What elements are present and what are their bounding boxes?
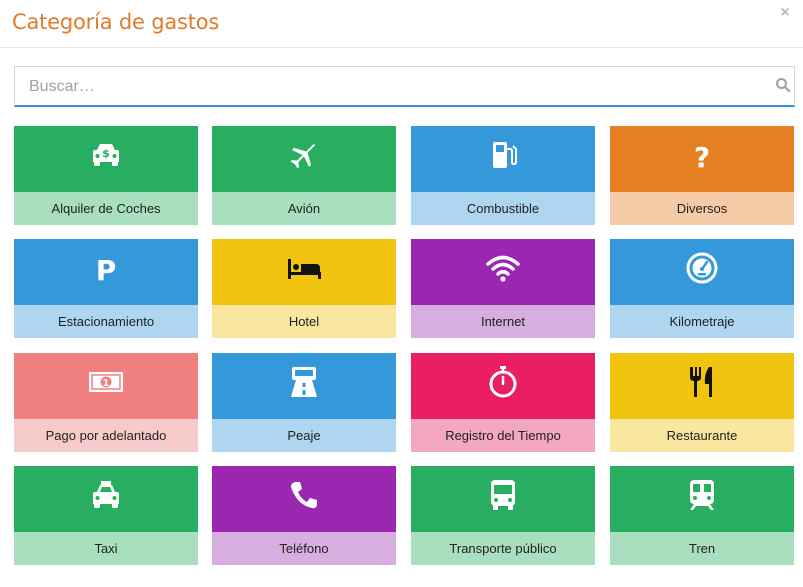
category-tile-alquiler-de-coches[interactable]: $ Alquiler de Coches (14, 126, 198, 225)
car-rental-icon: $ (88, 137, 124, 173)
search-input[interactable] (15, 67, 755, 106)
category-tile-restaurante[interactable]: Restaurante (610, 353, 794, 452)
svg-text:?: ? (694, 141, 710, 173)
category-tile-internet[interactable]: Internet (411, 239, 595, 338)
category-tile-registro-del-tiempo[interactable]: Registro del Tiempo (411, 353, 595, 452)
svg-text:$: $ (102, 147, 110, 160)
category-icon-area: P (14, 239, 198, 305)
phone-icon (286, 477, 322, 513)
category-icon-area: 1 (14, 353, 198, 419)
category-icon-area (212, 239, 396, 305)
category-icon-area (212, 126, 396, 192)
dialog-header: Categoría de gastos × (0, 0, 803, 48)
category-tile-hotel[interactable]: Hotel (212, 239, 396, 338)
parking-icon: P (88, 250, 124, 286)
category-icon-area (212, 466, 396, 532)
category-tile-pago-por-adelantado[interactable]: 1 Pago por adelantado (14, 353, 198, 452)
speedometer-icon (684, 250, 720, 286)
category-label: Transporte público (411, 532, 595, 565)
category-tile-estacionamiento[interactable]: P Estacionamiento (14, 239, 198, 338)
bed-icon (286, 250, 322, 286)
category-tile-diversos[interactable]: ? Diversos (610, 126, 794, 225)
cutlery-icon (684, 364, 720, 400)
banknote-icon: 1 (88, 364, 124, 400)
category-tile-tren[interactable]: Tren (610, 466, 794, 565)
category-icon-area (411, 126, 595, 192)
category-tile-transporte-publico[interactable]: Transporte público (411, 466, 595, 565)
category-label: Kilometraje (610, 305, 794, 338)
category-tile-kilometraje[interactable]: Kilometraje (610, 239, 794, 338)
plane-icon (286, 137, 322, 173)
category-tile-peaje[interactable]: Peaje (212, 353, 396, 452)
category-label: Avión (212, 192, 396, 225)
category-icon-area (212, 353, 396, 419)
category-grid: $ Alquiler de Coches Avión Combustible? Dive… (14, 126, 797, 566)
search-icon[interactable] (775, 77, 791, 93)
category-icon-area (610, 239, 794, 305)
category-label: Estacionamiento (14, 305, 198, 338)
category-icon-area (411, 353, 595, 419)
taxi-icon (88, 477, 124, 513)
category-tile-combustible[interactable]: Combustible (411, 126, 595, 225)
category-icon-area (610, 353, 794, 419)
fuel-pump-icon (485, 137, 521, 173)
category-label: Diversos (610, 192, 794, 225)
stopwatch-icon (485, 364, 521, 400)
category-label: Taxi (14, 532, 198, 565)
close-button[interactable]: × (778, 5, 792, 21)
search-box (14, 66, 795, 107)
category-label: Alquiler de Coches (14, 192, 198, 225)
category-label: Registro del Tiempo (411, 419, 595, 452)
toll-road-icon (286, 364, 322, 400)
category-label: Combustible (411, 192, 595, 225)
train-icon (684, 477, 720, 513)
bus-icon (485, 477, 521, 513)
category-tile-avion[interactable]: Avión (212, 126, 396, 225)
category-label: Hotel (212, 305, 396, 338)
category-icon-area: ? (610, 126, 794, 192)
svg-text:P: P (96, 254, 117, 286)
category-label: Teléfono (212, 532, 396, 565)
category-label: Internet (411, 305, 595, 338)
category-icon-area (411, 466, 595, 532)
category-icon-area: $ (14, 126, 198, 192)
category-label: Peaje (212, 419, 396, 452)
category-icon-area (610, 466, 794, 532)
category-icon-area (14, 466, 198, 532)
category-label: Tren (610, 532, 794, 565)
category-label: Pago por adelantado (14, 419, 198, 452)
category-tile-taxi[interactable]: Taxi (14, 466, 198, 565)
category-icon-area (411, 239, 595, 305)
category-tile-telefono[interactable]: Teléfono (212, 466, 396, 565)
svg-text:1: 1 (103, 378, 110, 389)
dialog-title: Categoría de gastos (12, 10, 220, 34)
question-icon: ? (684, 137, 720, 173)
wifi-icon (485, 250, 521, 286)
category-label: Restaurante (610, 419, 794, 452)
